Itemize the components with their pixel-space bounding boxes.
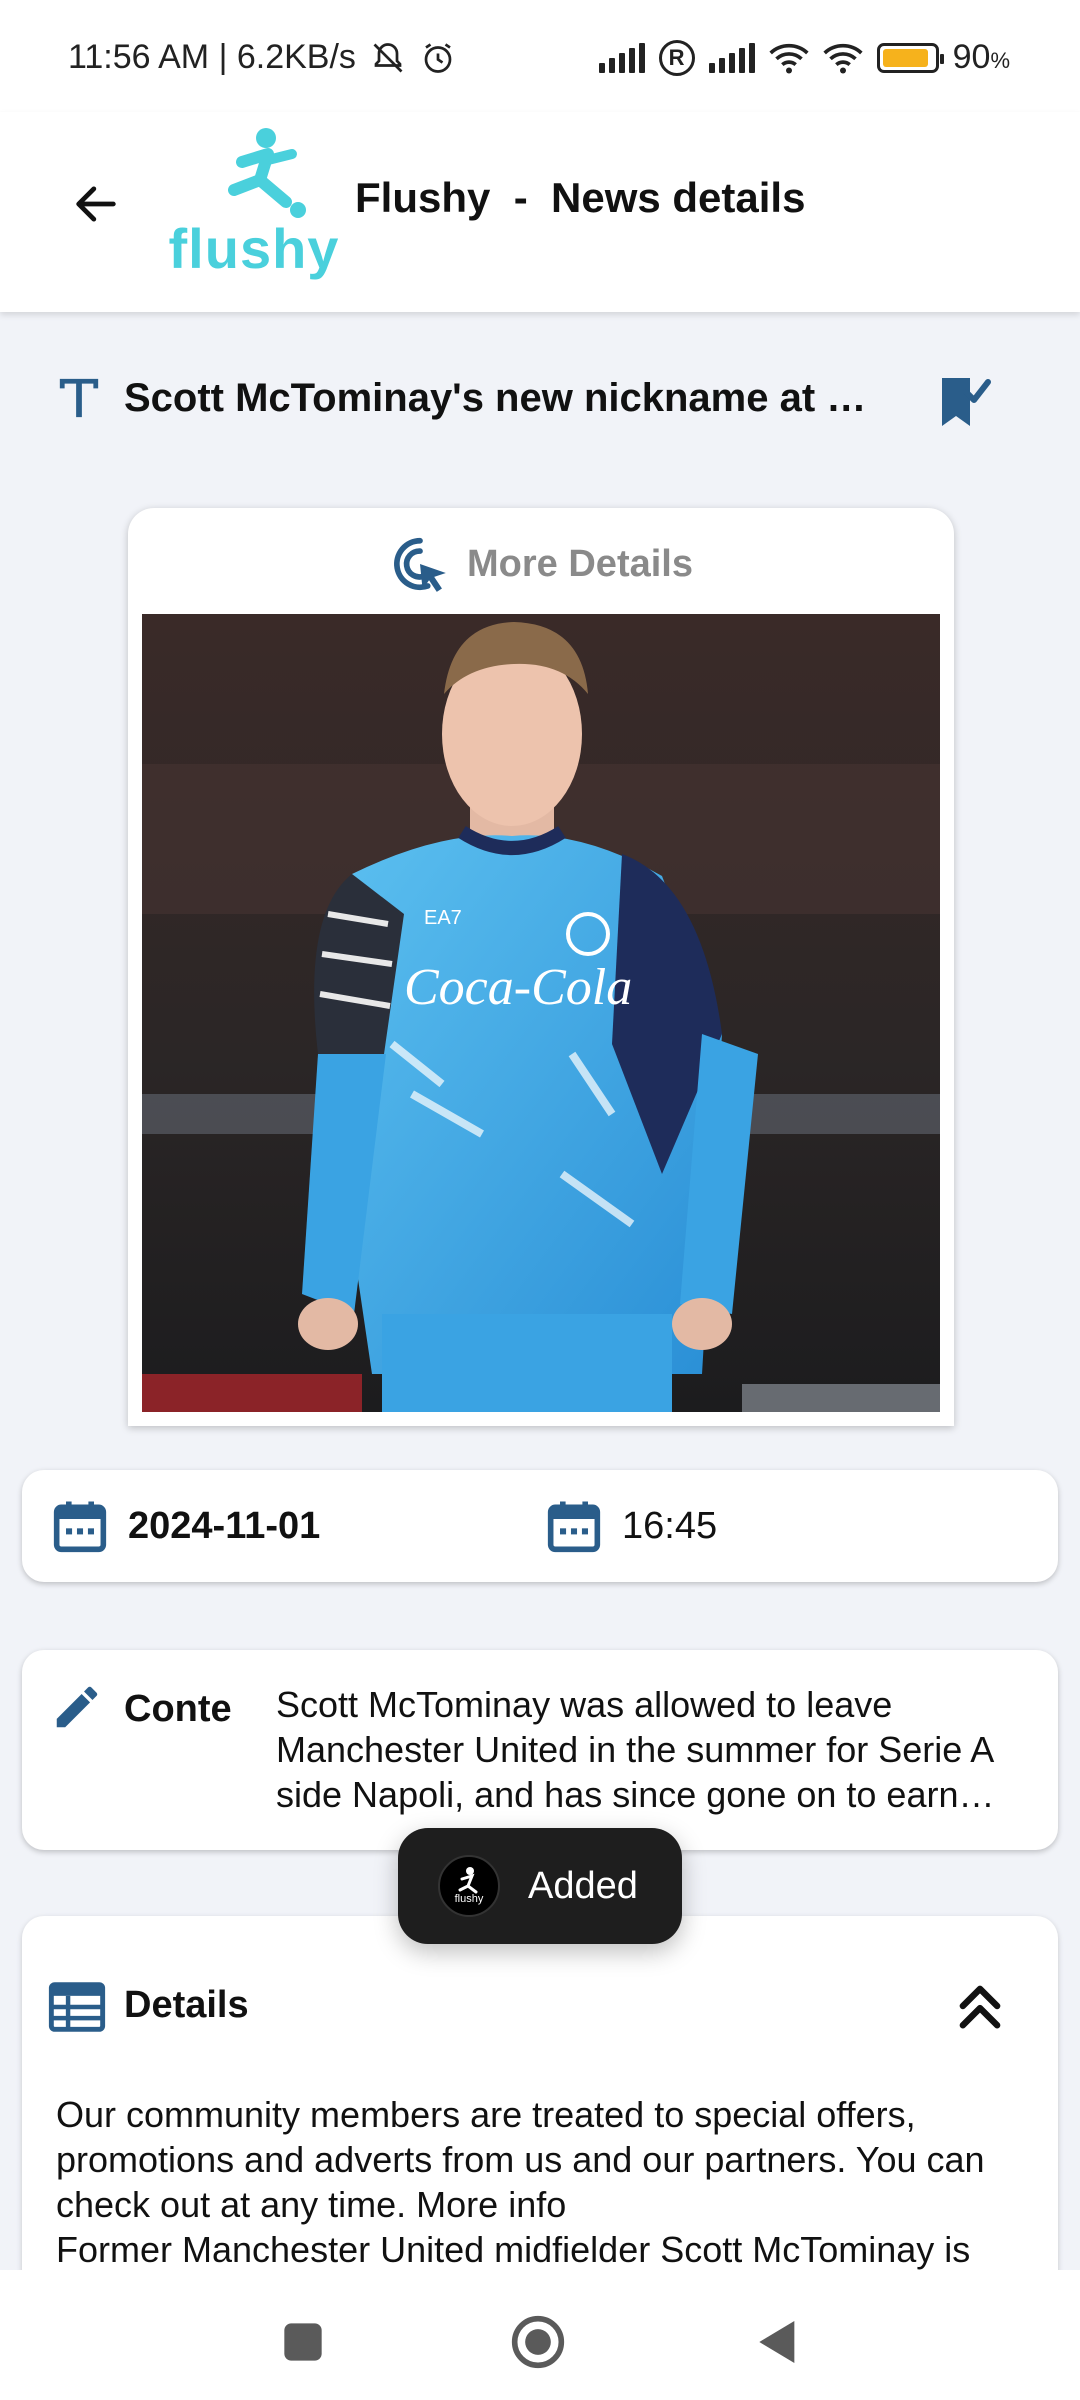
title-icon [59, 378, 99, 418]
roaming-icon: R [658, 39, 695, 76]
cursor-click-icon [394, 537, 446, 592]
flushy-logo: flushy [168, 124, 340, 284]
more-details-label: More Details [467, 542, 693, 585]
details-label: Details [124, 1984, 249, 2026]
battery-icon [876, 42, 944, 73]
toast-notification: flushy Added [398, 1828, 682, 1944]
article-date: 2024-11-01 [128, 1504, 321, 1547]
toast-logo-text: flushy [454, 1893, 484, 1905]
home-circle-icon[interactable] [510, 2314, 566, 2370]
bookmark-check-icon[interactable] [936, 372, 992, 432]
calendar-icon [547, 1501, 601, 1553]
date-time-card: 2024-11-01 16:45 [22, 1470, 1058, 1582]
recents-square-icon[interactable] [275, 2314, 331, 2370]
runner-icon [228, 128, 306, 218]
back-arrow-icon[interactable] [70, 178, 122, 230]
page-title: Flushy - News details [355, 174, 806, 221]
calendar-icon [53, 1501, 107, 1553]
pencil-icon [56, 1686, 98, 1728]
signal-icon [598, 42, 645, 73]
details-text: Our community members are treated to spe… [56, 2092, 1036, 2272]
alarm-icon [424, 42, 452, 73]
status-time-speed: 11:56 AM | 6.2KB/s [68, 38, 356, 76]
toast-message: Added [528, 1864, 638, 1907]
status-right: R 90% [598, 38, 1010, 77]
content-label: Conte [124, 1688, 232, 1730]
svg-text:Coca-Cola: Coca-Cola [404, 959, 632, 1016]
more-details-button[interactable]: More Details [128, 514, 954, 614]
svg-text:EA7: EA7 [424, 907, 462, 929]
signal-icon-2 [708, 42, 755, 73]
details-paragraph-1: Our community members are treated to spe… [56, 2094, 985, 2225]
headline-row: Scott McTominay's new nickname at Napoli… [50, 360, 1010, 440]
bell-off-icon [373, 42, 403, 72]
article-time: 16:45 [622, 1504, 718, 1547]
article-title: Scott McTominay's new nickname at Napoli… [124, 376, 884, 420]
table-icon [48, 1982, 106, 2032]
content-text: Scott McTominay was allowed to leave Man… [276, 1684, 993, 1815]
content-card[interactable]: Conte Scott McTominay was allowed to lea… [22, 1650, 1058, 1850]
status-left: 11:56 AM | 6.2KB/s [68, 38, 456, 77]
logo-text: flushy [168, 217, 340, 280]
date-item: 2024-11-01 [52, 1498, 320, 1554]
toast-app-icon: flushy [438, 1855, 500, 1917]
wifi-icon [769, 43, 809, 73]
back-triangle-icon[interactable] [750, 2314, 806, 2370]
collapse-chevrons-icon[interactable] [954, 1976, 1006, 2036]
app-bar: flushy Flushy - News details [0, 112, 1080, 312]
image-card[interactable]: More Details Coca-Cola EA7 [128, 508, 954, 1426]
system-nav-bar [0, 2270, 1080, 2400]
article-photo: Coca-Cola EA7 [142, 614, 940, 1412]
wifi-icon-2 [823, 43, 863, 73]
time-item: 16:45 [546, 1498, 717, 1554]
details-paragraph-2: Former Manchester United midfielder Scot… [56, 2229, 971, 2270]
status-bar: 11:56 AM | 6.2KB/s R 90% [0, 0, 1080, 112]
battery-level: 90% [952, 38, 1010, 76]
